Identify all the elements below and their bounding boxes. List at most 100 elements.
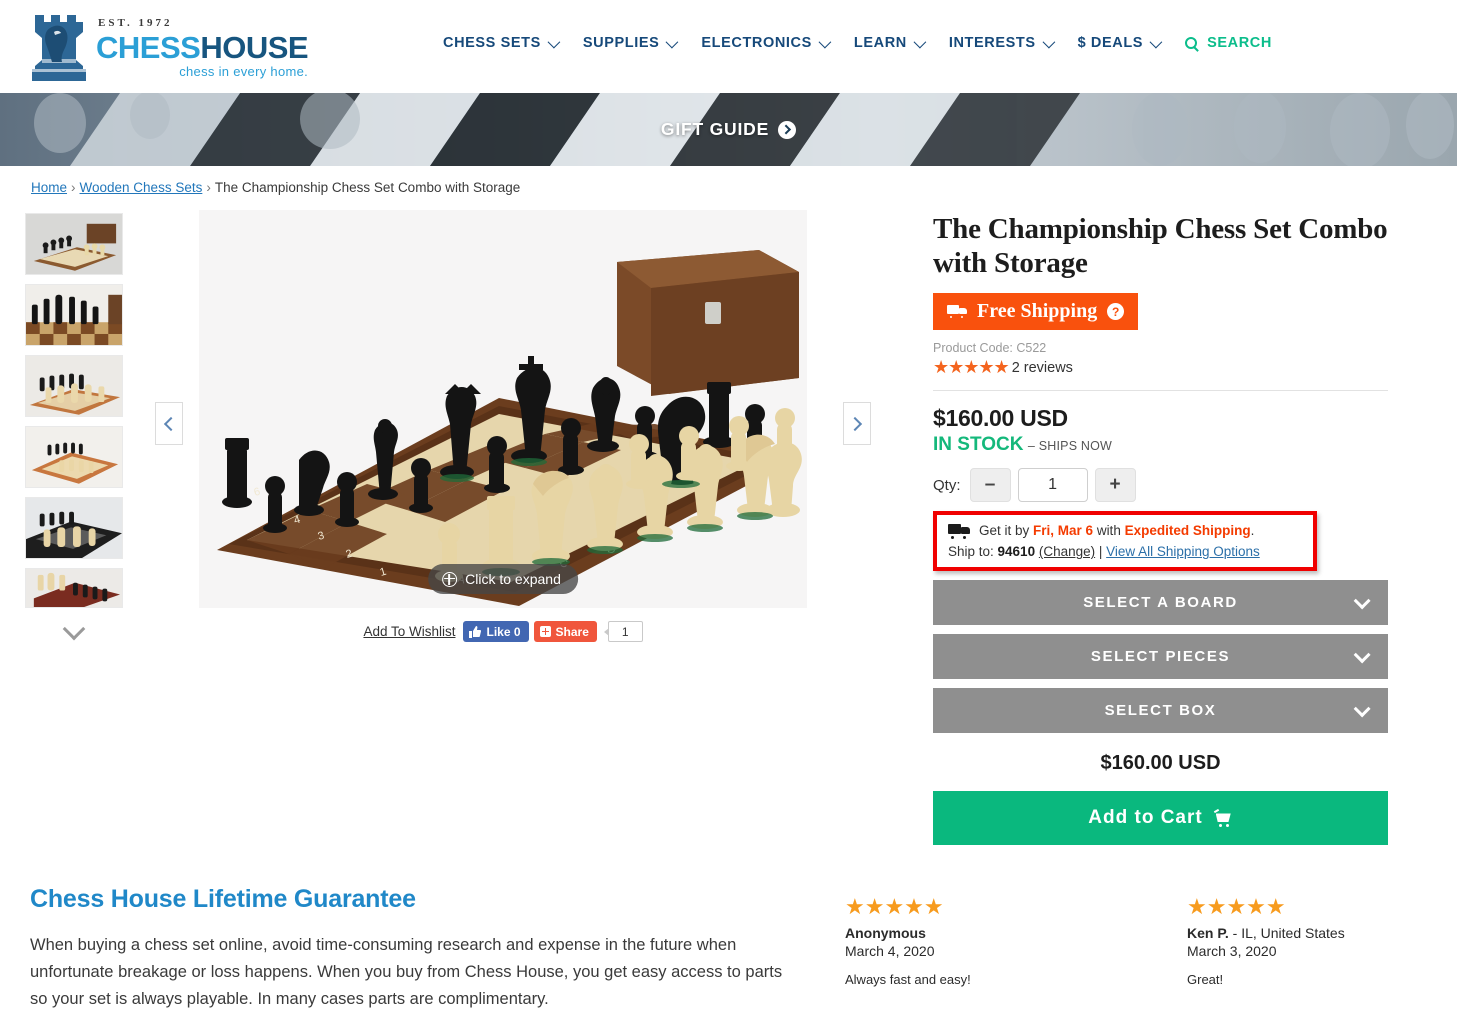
select-pieces-dropdown[interactable]: SELECT PIECES bbox=[933, 634, 1388, 680]
review-author: Anonymous bbox=[845, 925, 926, 942]
nav-item-chess-sets[interactable]: CHESS SETS bbox=[443, 35, 561, 51]
breadcrumb-separator: › bbox=[71, 180, 76, 195]
expand-label: Click to expand bbox=[465, 571, 561, 587]
gallery-prev-button[interactable] bbox=[155, 402, 183, 445]
thumbnail-3[interactable] bbox=[25, 355, 123, 417]
quantity-increment-button[interactable]: + bbox=[1094, 468, 1136, 503]
product-gallery: 1 2 3 4 5 6 A B C D E F bbox=[155, 210, 890, 845]
review-text: Always fast and easy! bbox=[845, 972, 971, 988]
reviews-count-link[interactable]: 2 reviews bbox=[1012, 360, 1073, 376]
nav-item-electronics[interactable]: ELECTRONICS bbox=[701, 35, 832, 51]
free-shipping-badge[interactable]: Free Shipping ? bbox=[933, 293, 1139, 331]
delivery-date: Fri, Mar 6 bbox=[1033, 523, 1094, 539]
link-divider: | bbox=[1095, 544, 1107, 560]
ship-to-zip: 94610 bbox=[997, 544, 1036, 560]
click-to-expand-button[interactable]: Click to expand bbox=[428, 564, 578, 594]
selector-label: SELECT A BOARD bbox=[1083, 594, 1238, 612]
shipping-method: Expedited Shipping bbox=[1124, 523, 1251, 539]
bottom-section: Chess House Lifetime Guarantee When buyi… bbox=[0, 885, 1457, 1029]
thumbnail-image bbox=[26, 214, 122, 274]
thumbnail-list bbox=[20, 210, 138, 845]
nav-label: ELECTRONICS bbox=[701, 35, 812, 51]
chevron-down-icon bbox=[913, 35, 927, 48]
review-date: March 4, 2020 bbox=[845, 943, 935, 960]
nav-label: CHESS SETS bbox=[443, 35, 541, 51]
breadcrumb-category[interactable]: Wooden Chess Sets bbox=[80, 180, 203, 195]
review-stars: ★★★★★ bbox=[1187, 894, 1286, 920]
plus-square-icon bbox=[539, 626, 551, 637]
page-title: The Championship Chess Set Combo with St… bbox=[933, 213, 1388, 280]
chevron-right-icon bbox=[847, 416, 863, 431]
nav-item-interests[interactable]: INTERESTS bbox=[949, 35, 1055, 51]
thumbnail-image bbox=[26, 427, 122, 487]
thumbs-up-icon bbox=[469, 625, 482, 638]
thumbnail-5[interactable] bbox=[25, 497, 123, 559]
selector-label: SELECT BOX bbox=[1104, 702, 1217, 720]
delivery-estimate-row: Get it by Fri, Mar 6 with Expedited Ship… bbox=[948, 523, 1301, 540]
nav-item-deals[interactable]: $ DEALS bbox=[1077, 35, 1163, 51]
thumbnail-image bbox=[26, 498, 122, 558]
in-stock-badge: IN STOCK bbox=[933, 434, 1024, 456]
expand-icon bbox=[442, 571, 458, 587]
review-date: March 3, 2020 bbox=[1187, 943, 1277, 960]
gift-guide-banner[interactable]: GIFT GUIDE bbox=[0, 93, 1457, 166]
chevron-down-icon bbox=[1353, 646, 1371, 664]
breadcrumb-home[interactable]: Home bbox=[31, 180, 67, 195]
add-to-wishlist-link[interactable]: Add To Wishlist bbox=[363, 624, 455, 639]
quantity-decrement-button[interactable]: – bbox=[969, 468, 1011, 503]
nav-label: LEARN bbox=[853, 35, 907, 51]
total-price: $160.00 USD bbox=[1100, 752, 1221, 775]
share-label: Share bbox=[555, 624, 589, 639]
nav-item-learn[interactable]: LEARN bbox=[853, 35, 927, 51]
facebook-like-button[interactable]: Like 0 bbox=[463, 621, 529, 642]
search-icon bbox=[1185, 37, 1198, 49]
social-actions: Add To Wishlist Like 0 Share 1 bbox=[199, 621, 807, 642]
review-author: Ken P. - IL, United States bbox=[1187, 925, 1345, 942]
product-main-image[interactable]: 1 2 3 4 5 6 A B C D E F bbox=[199, 210, 807, 608]
add-to-cart-button[interactable]: Add to Cart bbox=[933, 791, 1388, 846]
guarantee-body: When buying a chess set online, avoid ti… bbox=[30, 936, 783, 1008]
thumbnails-scroll-down-button[interactable] bbox=[25, 617, 123, 642]
help-icon[interactable]: ? bbox=[1107, 303, 1125, 321]
chevron-down-icon bbox=[1042, 35, 1055, 48]
share-button[interactable]: Share bbox=[533, 621, 597, 642]
gift-guide-link[interactable]: GIFT GUIDE bbox=[0, 93, 1457, 166]
quantity-stepper: Qty: – + bbox=[933, 468, 1388, 503]
shopping-cart-icon bbox=[1213, 809, 1233, 828]
gift-guide-label: GIFT GUIDE bbox=[660, 119, 770, 139]
product-section: 1 2 3 4 5 6 A B C D E F bbox=[0, 210, 1457, 846]
site-logo[interactable]: EST. 1972 CHESSHOUSE chess in every home… bbox=[30, 12, 309, 82]
thumbnail-1[interactable] bbox=[25, 213, 123, 275]
chevron-down-icon bbox=[62, 617, 86, 641]
nav-item-search[interactable]: SEARCH bbox=[1185, 35, 1272, 51]
review-item: ★★★★★ Anonymous March 4, 2020 Always fas… bbox=[845, 894, 1130, 1029]
nav-item-supplies[interactable]: SUPPLIES bbox=[583, 35, 679, 51]
breadcrumb: Home › Wooden Chess Sets › The Championship … bbox=[31, 180, 1457, 195]
thumbnail-4[interactable] bbox=[25, 426, 123, 488]
guarantee-title: Chess House Lifetime Guarantee bbox=[30, 885, 416, 914]
product-info-panel: The Championship Chess Set Combo with St… bbox=[933, 210, 1388, 846]
chevron-left-icon bbox=[163, 416, 179, 431]
like-label: Like 0 bbox=[486, 624, 521, 639]
quantity-input[interactable] bbox=[1017, 468, 1088, 503]
shipping-estimate-box: Get it by Fri, Mar 6 with Expedited Ship… bbox=[933, 511, 1317, 572]
gallery-next-button[interactable] bbox=[843, 402, 871, 445]
breadcrumb-separator: › bbox=[206, 180, 211, 195]
view-all-shipping-options-link[interactable]: View All Shipping Options bbox=[1106, 544, 1260, 559]
change-zip-link[interactable]: (Change) bbox=[1039, 544, 1095, 559]
thumbnail-image bbox=[26, 569, 122, 607]
ship-to-row: Ship to: 94610 (Change) | View All Shipp… bbox=[948, 544, 1301, 559]
chevron-down-icon bbox=[665, 35, 679, 48]
select-a-board-dropdown[interactable]: SELECT A BOARD bbox=[933, 580, 1388, 626]
delivery-truck-icon bbox=[948, 523, 970, 540]
nav-label: $ DEALS bbox=[1077, 35, 1144, 51]
product-code: Product Code: C522 bbox=[933, 341, 1047, 356]
logo-established: EST. 1972 bbox=[98, 16, 173, 29]
thumbnail-2[interactable] bbox=[25, 284, 123, 346]
thumbnail-6[interactable] bbox=[25, 568, 123, 608]
thumbnail-image bbox=[26, 356, 122, 416]
review-item: ★★★★★ Ken P. - IL, United States March 3… bbox=[1187, 894, 1457, 1029]
review-stars: ★★★★★ bbox=[845, 894, 944, 920]
free-shipping-label: Free Shipping bbox=[977, 300, 1098, 323]
select-box-dropdown[interactable]: SELECT BOX bbox=[933, 688, 1388, 734]
